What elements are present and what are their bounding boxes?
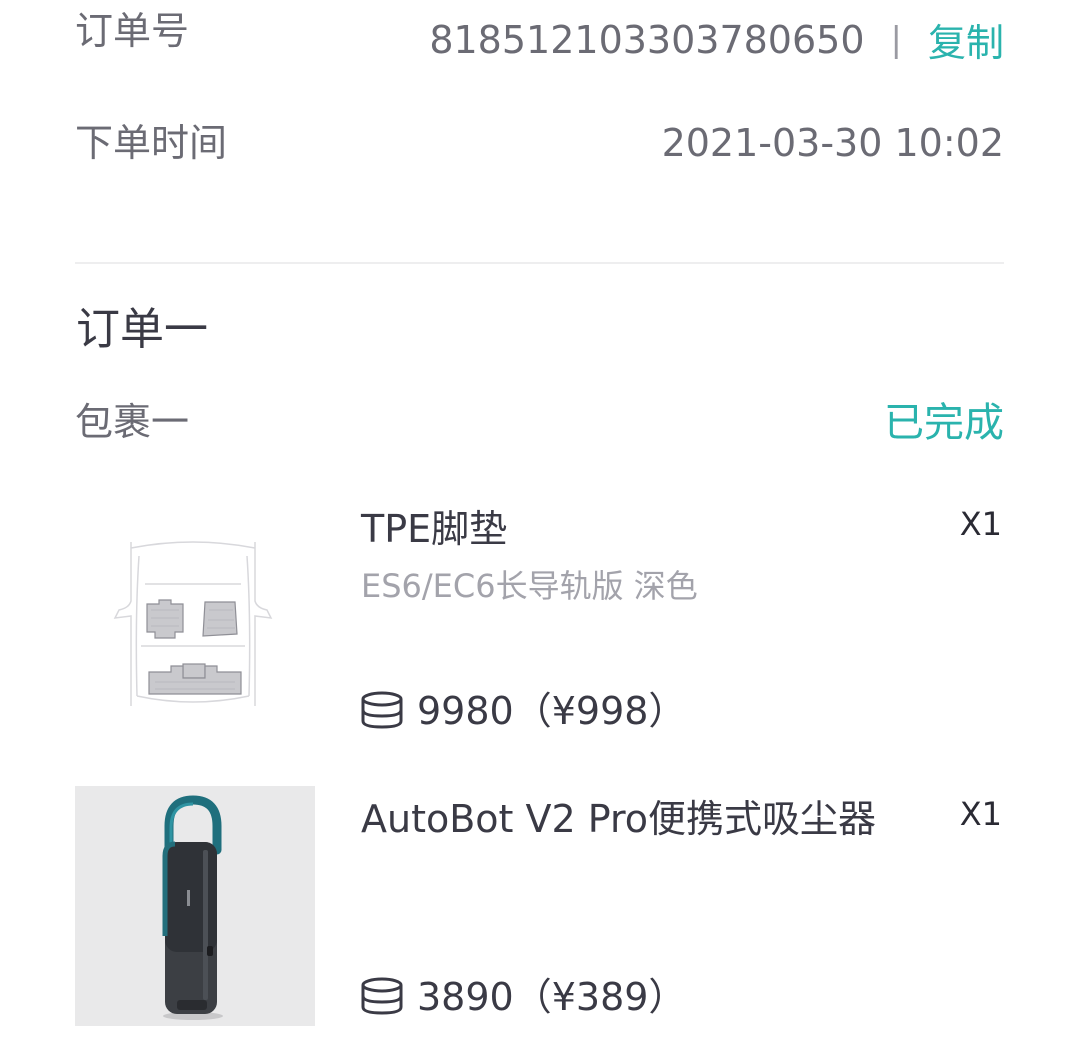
product-image-vacuum[interactable] <box>75 786 315 1026</box>
item-price: 9980 （¥998） <box>359 690 686 732</box>
status-badge: 已完成 <box>884 400 1004 446</box>
order-time-row: 下单时间 2021-03-30 10:02 <box>75 124 1004 168</box>
coin-stack-icon <box>361 977 403 1015</box>
item-points: 3890 <box>417 975 514 1019</box>
divider <box>75 262 1004 264</box>
item-rmb-price: （¥998） <box>513 689 687 733</box>
order-time-label: 下单时间 <box>75 121 228 165</box>
coin-stack-icon <box>361 691 403 729</box>
list-item[interactable]: TPE脚垫 ES6/EC6长导轨版 深色 X1 9980 （¥998） <box>75 496 1004 746</box>
item-points: 9980 <box>417 689 514 733</box>
item-price: 3890 （¥389） <box>359 976 686 1018</box>
package-label: 包裹一 <box>75 400 190 444</box>
copy-button[interactable]: 复制 <box>928 12 1004 67</box>
handheld-vacuum-image <box>75 786 315 1026</box>
order-title: 订单一 <box>76 304 208 355</box>
item-name: AutoBot V2 Pro便携式吸尘器 <box>361 797 877 841</box>
package-row: 包裹一 已完成 <box>75 403 1004 447</box>
item-name: TPE脚垫 <box>361 507 508 551</box>
order-number-value: 818512103303780650 <box>429 17 865 62</box>
product-image-floor-mat[interactable] <box>75 496 315 736</box>
car-floor-mat-image <box>113 541 273 706</box>
order-number-row: 订单号 818512103303780650 | 复制 <box>75 9 1004 65</box>
item-rmb-price: （¥389） <box>513 975 687 1019</box>
list-item[interactable]: AutoBot V2 Pro便携式吸尘器 X1 3890 （¥389） <box>75 786 1004 1028</box>
order-time-value: 2021-03-30 10:02 <box>661 121 1004 165</box>
order-number-label: 订单号 <box>75 9 190 53</box>
item-quantity: X1 <box>959 795 1002 833</box>
separator: | <box>890 19 902 60</box>
item-quantity: X1 <box>959 505 1002 543</box>
item-spec: ES6/EC6长导轨版 深色 <box>361 567 698 605</box>
